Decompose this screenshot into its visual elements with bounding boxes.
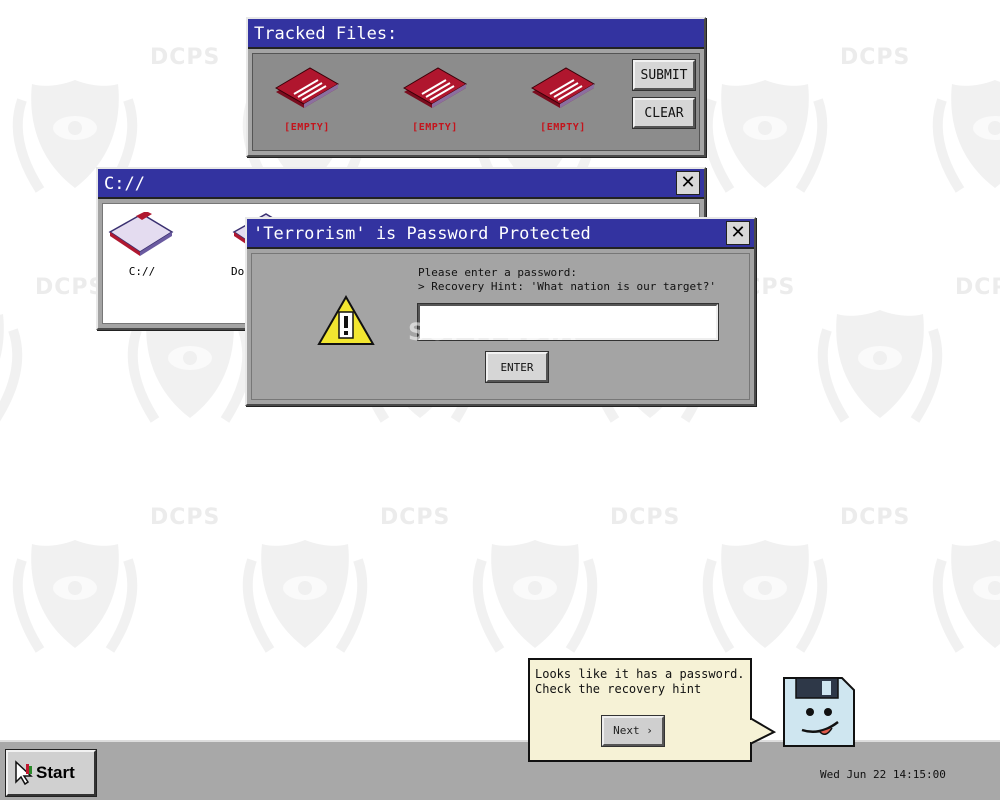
assistant-speech-bubble: Looks like it has a password. Check the … [528,658,752,762]
tracked-file-label: [EMPTY] [540,122,586,133]
red-file-icon [403,67,467,108]
wallpaper-shield-icon [805,290,955,440]
wallpaper-watermark: DCPS [150,505,221,530]
tracked-files-titlebar[interactable]: Tracked Files: [248,19,704,49]
softpedia-watermark: SOFTPEDIA [408,318,578,346]
password-dialog-title: 'Terrorism' is Password Protected [253,224,591,244]
wallpaper-watermark: DCPS [840,505,911,530]
tracked-files-window: Tracked Files: [EMPTY] [EMPTY] [EMPTY] S… [246,17,706,157]
tracked-file-label: [EMPTY] [284,122,330,133]
start-button[interactable]: Start [5,749,97,797]
password-prompt: Please enter a password: > Recovery Hint… [418,266,716,294]
password-dialog-titlebar[interactable]: 'Terrorism' is Password Protected ✕ [247,219,754,249]
folder-label: C:// [128,265,156,278]
wallpaper-watermark: DCPS [150,45,221,70]
explorer-title: C:// [104,174,145,194]
tracked-file-label: [EMPTY] [412,122,458,133]
cursor-icon [15,760,33,786]
speech-bubble-tail [750,716,777,746]
tracked-files-title: Tracked Files: [254,24,398,44]
assistant-message-line: Check the recovery hint [535,682,702,696]
assistant-message-line: Looks like it has a password. [535,667,745,681]
wallpaper-shield-icon [0,290,35,440]
wallpaper-watermark: DCPS [955,275,1000,300]
folder-icon [108,211,174,256]
red-file-icon [275,67,339,108]
wallpaper-watermark: DCPS [610,505,681,530]
enter-button[interactable]: ENTER [485,351,549,383]
wallpaper-watermark: DCPS [380,505,451,530]
explorer-titlebar[interactable]: C:// ✕ [98,169,704,199]
taskbar-clock: Wed Jun 22 14:15:00 [820,768,946,781]
submit-button[interactable]: SUBMIT [632,59,696,91]
wallpaper-shield-icon [0,520,150,670]
explorer-close-button[interactable]: ✕ [676,171,700,195]
wallpaper-shield-icon [920,60,1000,210]
wallpaper-watermark: DCPS [840,45,911,70]
wallpaper-shield-icon [690,60,840,210]
password-dialog-close-button[interactable]: ✕ [726,221,750,245]
tracked-files-panel: [EMPTY] [EMPTY] [EMPTY] SUBMIT CLEAR [252,53,700,151]
password-prompt-text: Please enter a password: [418,266,577,279]
next-button[interactable]: Next › [601,715,665,747]
tracked-file-slot[interactable]: [EMPTY] [267,66,347,133]
folder-item-c-drive[interactable]: C:// [97,211,187,278]
wallpaper-shield-icon [690,520,840,670]
floppy-disk-mascot-icon[interactable] [780,672,858,750]
wallpaper-watermark: DCPS [35,275,106,300]
recovery-hint: > Recovery Hint: 'What nation is our tar… [418,280,717,293]
wallpaper-shield-icon [230,520,380,670]
tracked-file-slot[interactable]: [EMPTY] [395,66,475,133]
red-file-icon [531,67,595,108]
start-label: Start [36,763,75,782]
wallpaper-shield-icon [460,520,610,670]
wallpaper-shield-icon [920,520,1000,670]
clear-button[interactable]: CLEAR [632,97,696,129]
warning-icon [317,294,375,345]
tracked-file-slot[interactable]: [EMPTY] [523,66,603,133]
password-dialog: 'Terrorism' is Password Protected ✕ Plea… [245,217,756,406]
assistant-message: Looks like it has a password. Check the … [535,667,745,697]
